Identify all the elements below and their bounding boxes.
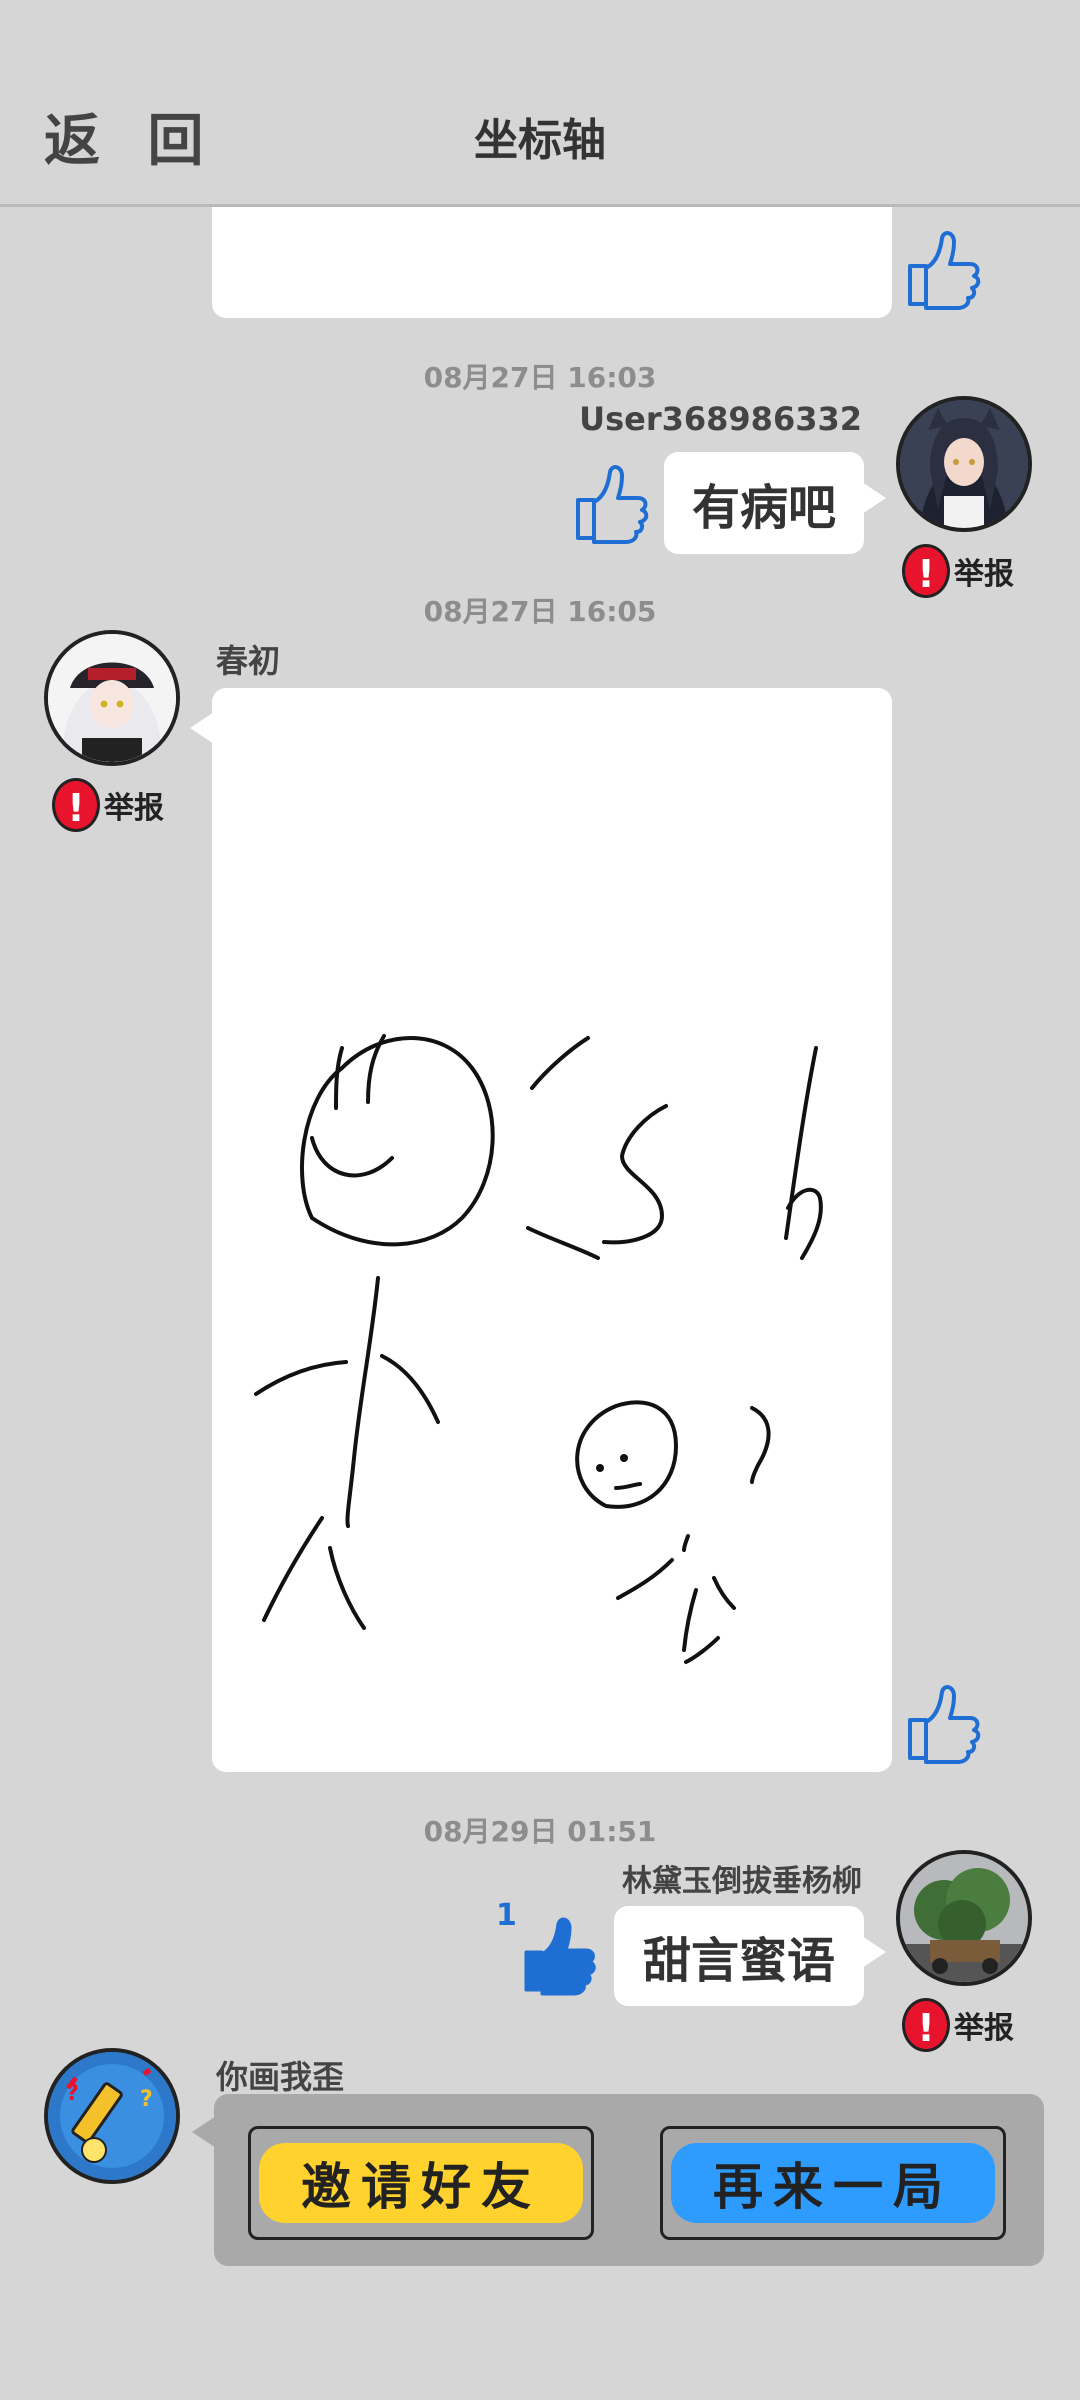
message-bubble[interactable]: 有病吧: [664, 452, 886, 554]
sender-name: User368986332: [579, 400, 862, 438]
thumbs-up-icon[interactable]: [902, 1680, 982, 1766]
message-bubble[interactable]: 甜言蜜语: [614, 1906, 886, 2006]
drawing-canvas: [254, 1034, 823, 1664]
timestamp: 08月27日 16:05: [423, 595, 657, 628]
thumbs-up-icon[interactable]: [902, 226, 982, 312]
like-count: 1: [496, 1898, 517, 1933]
timestamp: 08月29日 01:51: [423, 1815, 657, 1848]
previous-drawing-bubble[interactable]: [212, 190, 892, 318]
message-text: 甜言蜜语: [642, 1933, 835, 1989]
report-exclamation-icon: !: [52, 778, 100, 832]
thumbs-up-icon[interactable]: [518, 1912, 598, 1998]
page-title: 坐标轴: [474, 115, 606, 166]
report-exclamation-icon: !: [902, 1998, 950, 2052]
sender-name: 春初: [216, 642, 281, 680]
game-result-panel: 邀请好友 再来一局: [192, 2094, 1044, 2266]
drawing-bubble[interactable]: [190, 688, 892, 1772]
report-button[interactable]: ! 举报: [52, 778, 164, 832]
message-text: 有病吧: [691, 480, 836, 536]
report-button[interactable]: ! 举报: [902, 1998, 1014, 2052]
avatar[interactable]: [896, 396, 1032, 532]
invite-friends-button[interactable]: 邀请好友: [248, 2126, 594, 2240]
top-bar: 返 回 坐标轴: [0, 0, 1080, 207]
play-again-button[interactable]: 再来一局: [660, 2126, 1006, 2240]
avatar[interactable]: [44, 630, 180, 766]
thumbs-up-icon[interactable]: [570, 460, 650, 546]
sender-name: 林黛玉倒拔垂杨柳: [622, 1864, 862, 1899]
pencil-avatar-icon[interactable]: ? ?: [44, 2048, 180, 2184]
timestamp: 08月27日 16:03: [423, 361, 657, 394]
svg-text:?: ?: [66, 2081, 79, 2106]
avatar[interactable]: [896, 1850, 1032, 1986]
svg-text:?: ?: [140, 2087, 153, 2112]
sender-name: 你画我歪: [216, 2058, 345, 2096]
